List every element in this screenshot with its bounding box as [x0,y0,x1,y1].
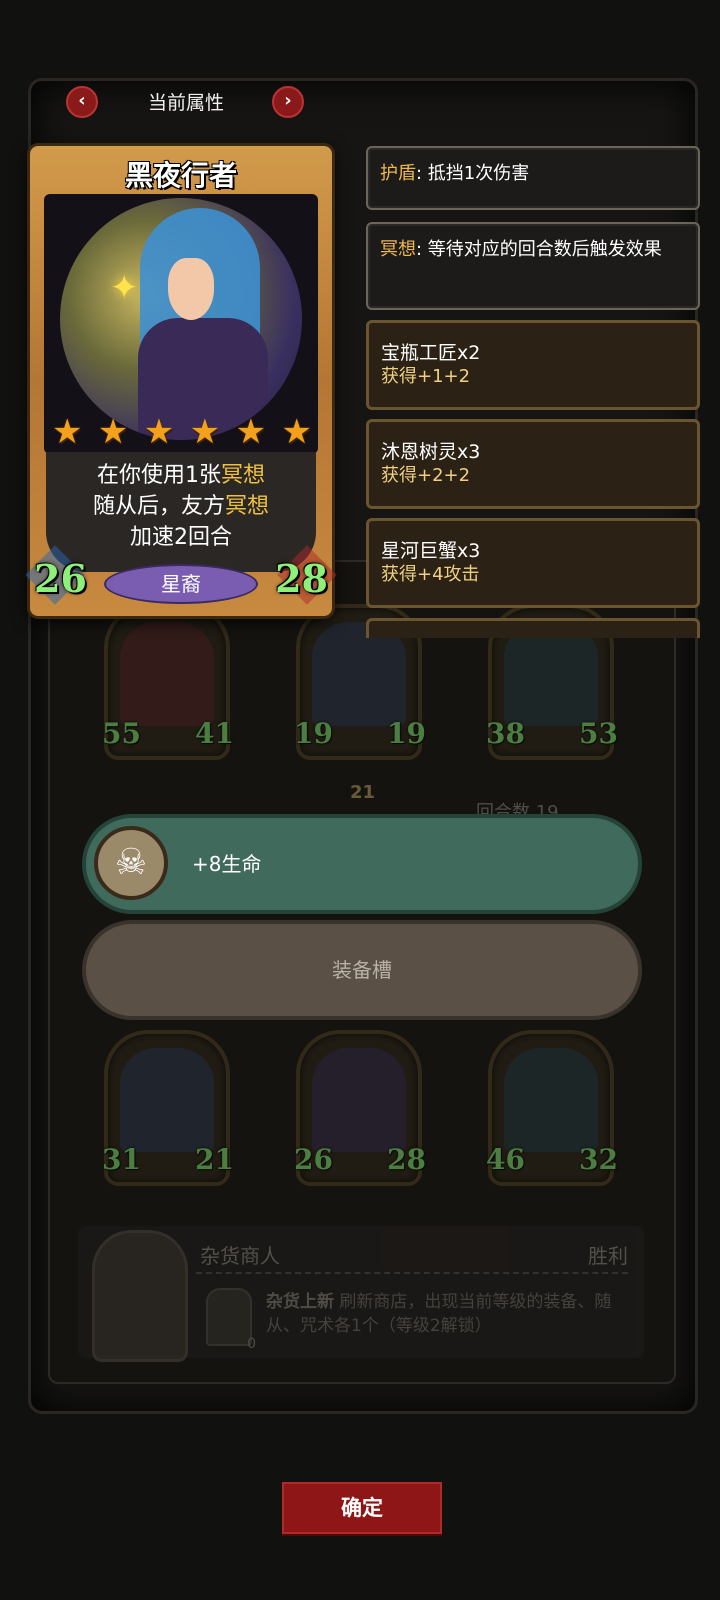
buff-text: +8生命 [192,852,262,876]
keyword-name: 护盾 [380,163,416,184]
desc-keyword: 冥想 [220,463,265,488]
shop-row[interactable]: 杂货商人 胜利 0 杂货上新 刷新商店，出现当前等级的装备、随从、咒术各1个（等… [78,1226,644,1362]
keyword-desc: 等待对应的回合数后触发效果 [427,239,662,260]
synergy-name: 宝瓶工匠x2 [381,342,481,364]
minion-attack: 38 [486,717,525,750]
merchant-portrait [92,1230,188,1362]
synergy-name: 星河巨蟹x3 [381,540,481,562]
minion-health: 19 [387,717,426,750]
keyword-sep: : [416,163,428,184]
shop-item-icon: 0 [206,1288,256,1352]
confirm-button[interactable]: 确定 [282,1482,442,1534]
character-face [168,258,214,320]
star-rating: ★ ★ ★ ★ ★ ★ [52,412,312,452]
card-tribe: 星裔 [106,566,256,602]
chevron-right-icon[interactable]: › [272,86,304,118]
buff-bar[interactable]: ☠ +8生命 [86,818,638,910]
shop-desc-bold: 杂货上新 [266,1292,334,1312]
attribute-header: ‹ 当前属性 › [66,86,306,122]
keyword-box-meditation: 冥想: 等待对应的回合数后触发效果 [366,222,700,310]
shop-description: 杂货上新 刷新商店，出现当前等级的装备、随从、咒术各1个（等级2解锁） [266,1290,620,1338]
synergy-box: 沐恩树灵x3 获得+2+2 [366,419,700,509]
card-desc-line: 在你使用1张冥想 [46,460,316,491]
minion-health: 53 [579,717,618,750]
minion-attack: 26 [294,1143,333,1176]
minion-portrait [120,622,214,726]
minion-attack: 31 [102,1143,141,1176]
minion-attack: 55 [102,717,141,750]
synergy-effect: 获得+4攻击 [381,564,480,585]
synergy-box: 星河巨蟹x3 获得+4攻击 [366,518,700,608]
board-minion[interactable]: 26 28 [294,1030,426,1186]
header-title: 当前属性 [147,92,224,114]
star-icon: ★ [52,412,83,452]
minion-health: 21 [195,1143,234,1176]
minion-portrait [312,1048,406,1152]
keyword-desc: 抵挡1次伤害 [427,163,530,184]
desc-keyword: 冥想 [225,494,270,519]
minion-portrait [504,1048,598,1152]
featured-card: ✦ 黑夜行者 ★ ★ ★ ★ ★ ★ 在你使用1张冥想 随从后，友方冥想 加速2回合 26 2… [25,146,337,616]
round-badge: 21 [350,782,376,803]
synergy-box: 宝瓶工匠x2 获得+1+2 [366,320,700,410]
card-description: 在你使用1张冥想 随从后，友方冥想 加速2回合 [46,460,316,553]
keyword-box-shield: 护盾: 抵挡1次伤害 [366,146,700,210]
card-health: 28 [275,556,328,601]
desc-text: 在你使用1张 [96,463,221,488]
shop-cost: 0 [247,1336,256,1352]
keyword-name: 冥想 [380,239,416,260]
shop-name: 杂货商人 [200,1244,280,1268]
star-icon: ★ [97,412,129,452]
desc-text: 加速2回合 [130,525,232,550]
synergy-name: 沐恩树灵x3 [381,441,481,463]
card-name: 黑夜行者 [124,159,237,192]
board-minion[interactable]: 31 21 [102,1030,234,1186]
equip-slot[interactable]: 装备槽 [86,924,638,1016]
star-icon: ★ [189,412,221,452]
minion-health: 28 [387,1143,426,1176]
shop-status: 胜利 [588,1244,628,1268]
board-minion[interactable]: 46 32 [486,1030,618,1186]
keyword-sep: : [416,239,428,260]
minion-health: 41 [195,717,234,750]
synergy-effect: 获得+1+2 [381,366,471,387]
desc-text: 随从后，友方 [92,494,225,519]
card-text-box: 在你使用1张冥想 随从后，友方冥想 加速2回合 [46,452,316,572]
synergy-box-partial [366,618,700,638]
card-portrait: ✦ [60,198,302,440]
star-icon: ★ [143,412,175,452]
card-attack: 26 [34,556,87,601]
board-minion[interactable]: 55 41 [102,604,234,760]
synergy-effect: 获得+2+2 [381,465,471,486]
divider [196,1272,628,1274]
glowing-star-icon: ✦ [110,268,139,308]
skull-icon: ☠ [94,826,168,900]
minion-portrait [120,1048,214,1152]
card-desc-line: 随从后，友方冥想 [46,491,316,522]
minion-attack: 19 [294,717,333,750]
minion-health: 32 [579,1143,618,1176]
chevron-left-icon[interactable]: ‹ [66,86,98,118]
star-icon: ★ [235,412,267,452]
card-desc-line: 加速2回合 [46,522,316,553]
minion-attack: 46 [486,1143,525,1176]
star-icon: ★ [281,412,312,452]
